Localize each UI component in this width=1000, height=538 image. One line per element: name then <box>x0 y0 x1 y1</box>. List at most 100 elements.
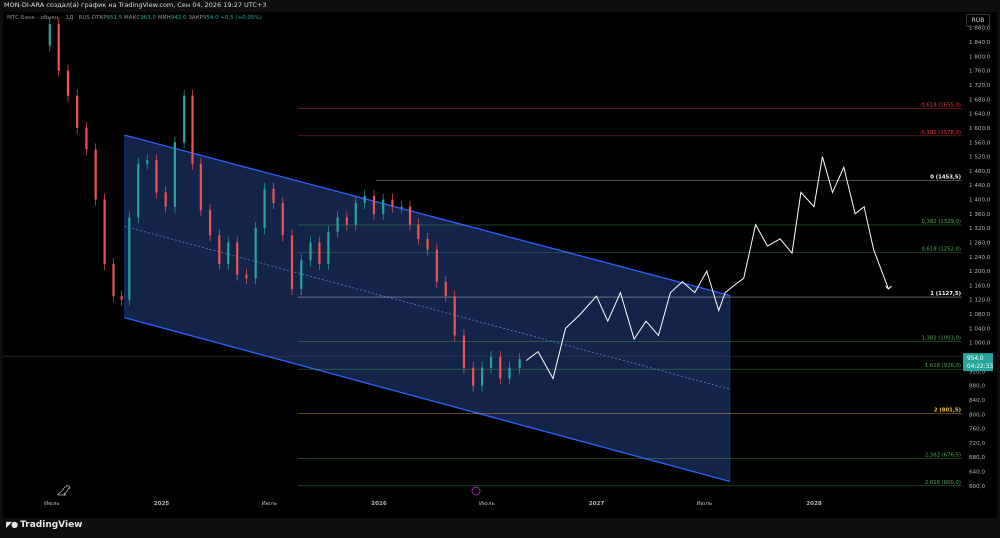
fib-label: 0,618 (1252,0) <box>921 246 961 252</box>
candle-body <box>120 296 123 300</box>
last-price-value: 954,0 <box>967 356 984 362</box>
candle-body <box>518 359 521 368</box>
fib-label: 2 (801,5) <box>934 408 961 414</box>
candle-body <box>227 242 230 264</box>
candle-body <box>336 217 339 232</box>
symbol-legend[interactable]: МТС-Банк - обыкн. · 1Д · RUS ОТКР951,5 М… <box>7 15 262 21</box>
time-tick-label: Июль <box>261 501 277 507</box>
high-value: 963,0 <box>140 15 157 21</box>
price-tick-label: 1 040,0 <box>969 326 991 332</box>
fib-label: 1 (1127,5) <box>930 291 961 297</box>
candle-body <box>76 95 79 128</box>
candle-body <box>489 357 493 368</box>
price-tick-label: 1 520,0 <box>969 155 991 161</box>
candle-body <box>372 195 376 214</box>
close-label: ЗАКР <box>188 15 203 21</box>
close-value: 954,0 <box>202 15 219 21</box>
candle-body <box>164 192 167 207</box>
high-label: МАКС <box>124 15 141 21</box>
candle-body <box>453 296 456 336</box>
candle-body <box>363 195 366 204</box>
currency-button[interactable]: RUB <box>966 14 990 27</box>
tradingview-logo[interactable]: ◤● TradingView <box>6 520 83 530</box>
candle-body <box>472 367 475 386</box>
channel-fill <box>124 135 731 482</box>
candle-body <box>444 281 447 297</box>
candle-body <box>408 206 412 225</box>
price-tick-label: 1 360,0 <box>969 212 991 218</box>
time-tick-label: Июль <box>44 501 60 507</box>
fib-label: 1,382 (1003,0) <box>921 336 961 342</box>
time-tick-label: 2026 <box>371 501 387 507</box>
fib-label: 2,382 (676,5) <box>925 452 961 458</box>
candle-body <box>382 199 385 214</box>
candle-body <box>146 160 149 164</box>
tradingview-logo-icon: ◤● <box>6 520 18 529</box>
candle-body <box>263 188 266 229</box>
price-tick-label: 680,0 <box>969 455 985 461</box>
price-tick-label: 600,0 <box>969 484 985 490</box>
candle-body <box>354 203 357 225</box>
chart-markers <box>57 485 481 496</box>
time-axis: Июль 2025 Июль 2026 Июль 2027 Июль 2028 <box>44 501 822 507</box>
candle-body <box>208 210 212 236</box>
candle-body <box>272 188 275 204</box>
candle-body <box>499 357 502 379</box>
event-marker-icon <box>471 486 481 496</box>
time-tick-label: 2028 <box>806 501 822 507</box>
candle-body <box>112 263 115 297</box>
projection-arrowhead <box>885 285 892 290</box>
candle-body <box>85 127 88 150</box>
price-tick-label: 1 000,0 <box>969 341 991 347</box>
price-tick-label: 640,0 <box>969 470 985 476</box>
price-tick-label: 720,0 <box>969 441 985 447</box>
candle-body <box>462 335 466 368</box>
candle-body <box>345 217 348 225</box>
candle-body <box>191 95 194 164</box>
candle-body <box>155 160 158 193</box>
candle-body <box>327 231 330 264</box>
brand-name: TradingView <box>20 520 83 530</box>
candle-body <box>300 260 303 289</box>
price-tick-label: 1 800,0 <box>969 54 991 60</box>
candle-body <box>254 228 257 279</box>
price-tick-label: 1 280,0 <box>969 240 991 246</box>
price-tick-label: 1 600,0 <box>969 126 991 132</box>
candle-body <box>103 199 106 264</box>
price-tick-label: 1 680,0 <box>969 97 991 103</box>
candle-body <box>508 367 511 379</box>
fib-label: 1,618 (926,0) <box>925 363 961 369</box>
candle-body <box>309 242 312 261</box>
candle-body <box>417 224 420 239</box>
open-label: ОТКР <box>91 15 107 21</box>
chart-svg[interactable]: -0,618 (1655,0) -0,382 (1578,0) 0 (1453,5)… <box>0 0 1000 538</box>
candle-body <box>128 217 131 300</box>
price-tick-label: 760,0 <box>969 427 985 433</box>
price-tick-label: 1 240,0 <box>969 255 991 261</box>
candle-body <box>426 238 429 250</box>
price-tick-label: 1 080,0 <box>969 312 991 318</box>
price-tick-label: 800,0 <box>969 412 985 418</box>
symbol-title[interactable]: МТС-Банк - обыкн. · 1Д · RUS <box>7 15 90 21</box>
dino-icon <box>57 485 71 496</box>
candle-body <box>199 163 202 211</box>
candle-body <box>66 70 70 96</box>
regression-channel <box>124 134 731 483</box>
price-tick-label: 1 720,0 <box>969 83 991 89</box>
time-tick-label: 2027 <box>589 501 605 507</box>
candle-body <box>290 235 294 289</box>
time-tick-label: Июль <box>479 501 495 507</box>
low-label: МИН <box>157 15 171 21</box>
time-tick-label: 2025 <box>154 501 170 507</box>
price-tick-label: 1 840,0 <box>969 40 991 46</box>
fib-label: 0,382 (1329,0) <box>921 219 961 225</box>
price-axis: 1 880,01 840,01 800,01 760,01 720,01 680… <box>963 26 993 490</box>
candle-body <box>391 199 394 207</box>
chart-window: MON-DI-ARA создал(а) график на TradingVi… <box>0 0 1000 538</box>
candle-body <box>57 24 60 71</box>
fib-label: 2,618 (600,0) <box>925 480 961 486</box>
candle-body <box>281 203 284 236</box>
candle-body <box>245 274 248 279</box>
price-tick-label: 840,0 <box>969 398 985 404</box>
fib-label: 0 (1453,5) <box>930 174 961 180</box>
